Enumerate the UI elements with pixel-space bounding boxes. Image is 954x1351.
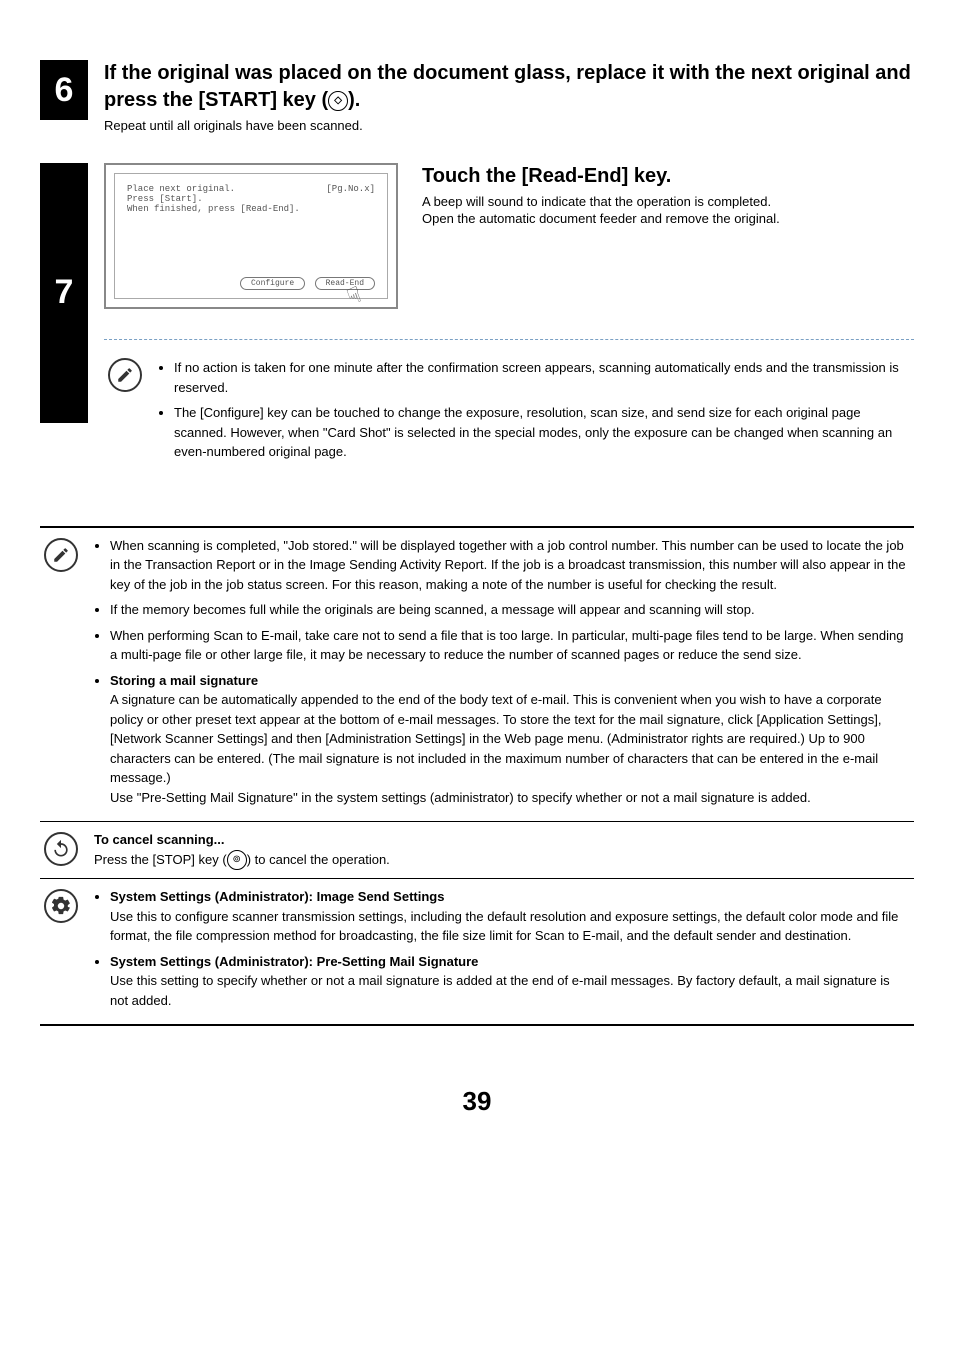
step-7-note-row: If no action is taken for one minute aft… (104, 352, 914, 476)
step-7-number: 7 (40, 163, 88, 423)
spacer (40, 133, 914, 163)
step-7-row: 7 Place next original. [Pg.No.x] Press [… (40, 163, 914, 476)
cancel-row: To cancel scanning... Press the [STOP] k… (40, 822, 914, 878)
settings-2-body: Use this setting to specify whether or n… (110, 973, 890, 1008)
settings-item-2: System Settings (Administrator): Pre-Set… (110, 952, 910, 1011)
step-7-note-text: If no action is taken for one minute aft… (158, 358, 914, 468)
lcd-line3: When finished, press [Read-End]. (127, 204, 375, 214)
settings-2-title: System Settings (Administrator): Pre-Set… (110, 954, 478, 969)
cancel-text: To cancel scanning... Press the [STOP] k… (94, 830, 910, 870)
cancel-title: To cancel scanning... (94, 830, 910, 850)
settings-row: System Settings (Administrator): Image S… (40, 879, 914, 1024)
dashed-separator (104, 339, 914, 340)
settings-1-title: System Settings (Administrator): Image S… (110, 889, 444, 904)
info-note-row: When scanning is completed, "Job stored.… (40, 528, 914, 822)
step-7-desc1: A beep will sound to indicate that the o… (422, 194, 914, 209)
step-7-note-1: If no action is taken for one minute aft… (174, 358, 914, 397)
page-content: 6 If the original was placed on the docu… (0, 0, 954, 1157)
step-6-body: If the original was placed on the docume… (88, 60, 914, 133)
info-b2: If the memory becomes full while the ori… (110, 600, 910, 620)
pencil-note-icon (108, 358, 142, 392)
cancel-body: Press the [STOP] key (⊚) to cancel the o… (94, 850, 910, 871)
step-6-title: If the original was placed on the docume… (104, 60, 914, 114)
settings-text: System Settings (Administrator): Image S… (94, 887, 910, 1016)
step-7-note-2: The [Configure] key can be touched to ch… (174, 403, 914, 462)
step-7-right: Touch the [Read-End] key. A beep will so… (422, 163, 914, 226)
step-6-title-part2: ). (348, 89, 360, 111)
step-6-title-part1: If the original was placed on the docume… (104, 62, 911, 111)
step-7-title: Touch the [Read-End] key. (422, 163, 914, 190)
step-6-number: 6 (40, 60, 88, 120)
cancel-body-post: ) to cancel the operation. (247, 852, 390, 867)
step-7-upper: Place next original. [Pg.No.x] Press [St… (104, 163, 914, 309)
info-b4-title: Storing a mail signature (110, 673, 258, 688)
lcd-line1: Place next original. (127, 184, 235, 194)
info-note-text: When scanning is completed, "Job stored.… (94, 536, 910, 814)
lcd-screenshot: Place next original. [Pg.No.x] Press [St… (104, 163, 398, 309)
step-6-row: 6 If the original was placed on the docu… (40, 60, 914, 133)
info-b3: When performing Scan to E-mail, take car… (110, 626, 910, 665)
lcd-pgno: [Pg.No.x] (326, 184, 375, 194)
info-b4: Storing a mail signature A signature can… (110, 671, 910, 808)
start-key-icon: ◇ (328, 91, 348, 111)
settings-1-body: Use this to configure scanner transmissi… (110, 909, 898, 944)
cancel-back-icon (44, 832, 78, 866)
configure-button[interactable]: Configure (240, 277, 305, 290)
step-7-desc2: Open the automatic document feeder and r… (422, 211, 914, 226)
stop-key-icon: ⊚ (227, 850, 247, 870)
page-number: 39 (40, 1086, 914, 1117)
step-6-subtext: Repeat until all originals have been sca… (104, 118, 914, 133)
cancel-body-pre: Press the [STOP] key ( (94, 852, 227, 867)
info-box-section: When scanning is completed, "Job stored.… (40, 526, 914, 1027)
step-number-column: 7 (40, 163, 88, 476)
gear-settings-icon (44, 889, 78, 923)
info-b4-body: A signature can be automatically appende… (110, 692, 882, 805)
info-b1: When scanning is completed, "Job stored.… (110, 536, 910, 595)
step-number-column: 6 (40, 60, 88, 120)
step-7-body: Place next original. [Pg.No.x] Press [St… (88, 163, 914, 476)
lcd-line2: Press [Start]. (127, 194, 375, 204)
lcd-inner: Place next original. [Pg.No.x] Press [St… (114, 173, 388, 299)
pencil-note-icon (44, 538, 78, 572)
settings-item-1: System Settings (Administrator): Image S… (110, 887, 910, 946)
